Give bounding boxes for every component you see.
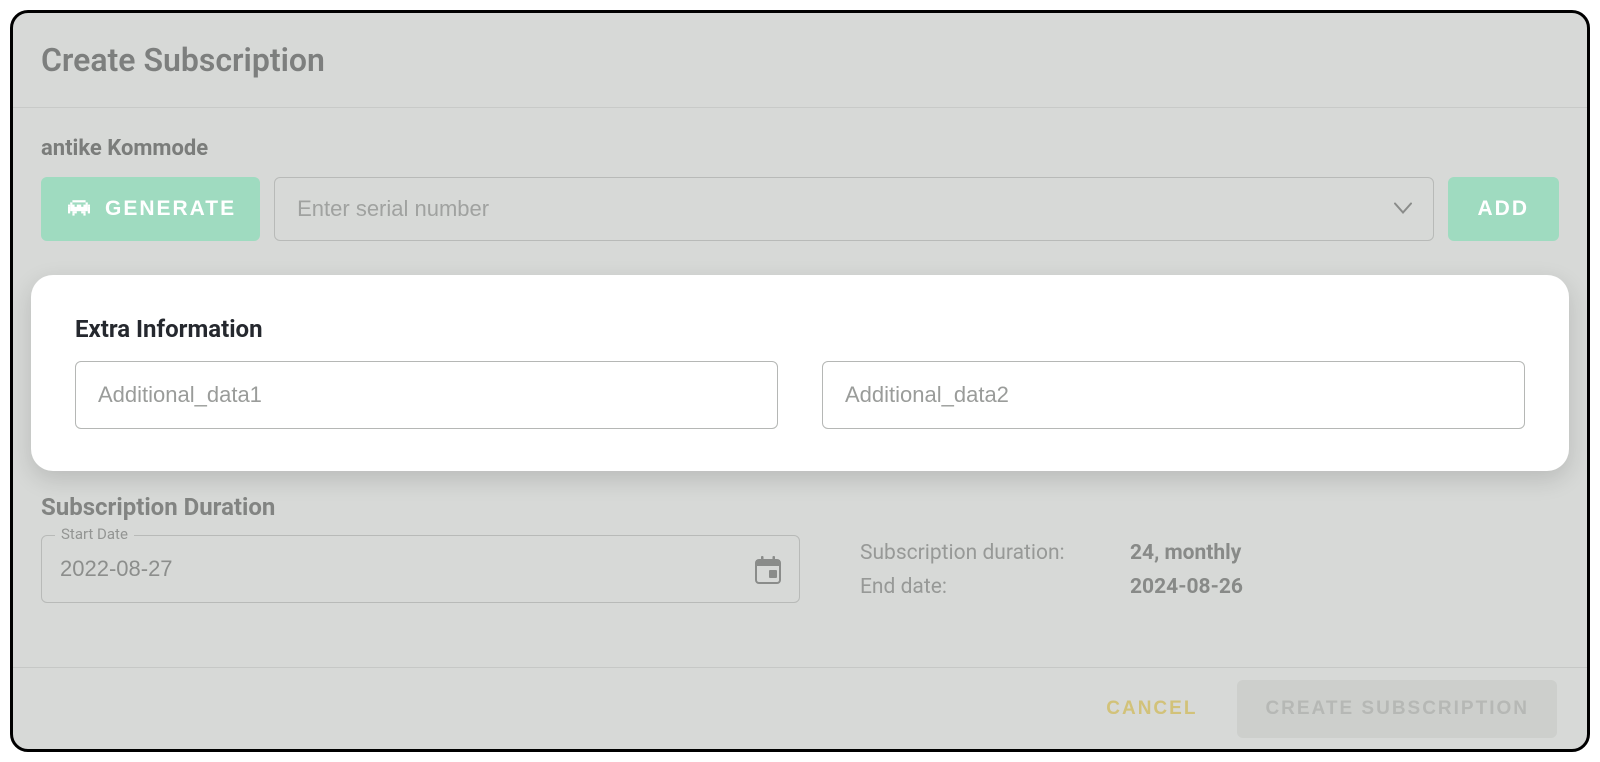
add-button[interactable]: ADD xyxy=(1448,177,1560,241)
serial-input[interactable] xyxy=(274,177,1433,241)
extra-fields xyxy=(75,361,1525,429)
cancel-button-label: CANCEL xyxy=(1106,698,1197,719)
dialog-footer: CANCEL CREATE SUBSCRIPTION xyxy=(13,667,1587,749)
generate-button-label: GENERATE xyxy=(105,197,236,221)
duration-info-row: Subscription duration: 24, monthly xyxy=(860,541,1559,565)
serial-row: GENERATE ADD xyxy=(41,177,1559,241)
extra-info-title: Extra Information xyxy=(75,315,1525,343)
dialog-frame: Create Subscription antike Kommode xyxy=(10,10,1590,752)
duration-value: 24, monthly xyxy=(1130,541,1241,565)
calendar-icon[interactable] xyxy=(754,555,782,589)
duration-label: Subscription duration: xyxy=(860,541,1130,565)
serial-input-wrap xyxy=(274,177,1433,241)
start-date-field: Start Date xyxy=(41,535,800,609)
extra-field-2[interactable] xyxy=(822,361,1525,429)
alien-icon xyxy=(65,198,93,220)
duration-info: Subscription duration: 24, monthly End d… xyxy=(860,535,1559,609)
extra-field-1[interactable] xyxy=(75,361,778,429)
item-name: antike Kommode xyxy=(41,136,1559,161)
generate-button[interactable]: GENERATE xyxy=(41,177,260,241)
divider xyxy=(13,107,1587,108)
start-date-input[interactable] xyxy=(41,535,800,603)
dialog-title: Create Subscription xyxy=(41,41,1559,79)
add-button-label: ADD xyxy=(1478,197,1530,220)
end-date-label: End date: xyxy=(860,575,1130,599)
cancel-button[interactable]: CANCEL xyxy=(1086,684,1217,734)
duration-title: Subscription Duration xyxy=(41,493,1559,521)
duration-row: Start Date Subscription duration: 24, mo… xyxy=(41,535,1559,609)
extra-info-card: Extra Information xyxy=(31,275,1569,471)
end-date-value: 2024-08-26 xyxy=(1130,575,1243,599)
create-subscription-label: CREATE SUBSCRIPTION xyxy=(1265,698,1529,719)
end-date-row: End date: 2024-08-26 xyxy=(860,575,1559,599)
create-subscription-button[interactable]: CREATE SUBSCRIPTION xyxy=(1237,680,1557,738)
dialog-content: Create Subscription antike Kommode xyxy=(13,13,1587,609)
start-date-label: Start Date xyxy=(55,525,134,543)
